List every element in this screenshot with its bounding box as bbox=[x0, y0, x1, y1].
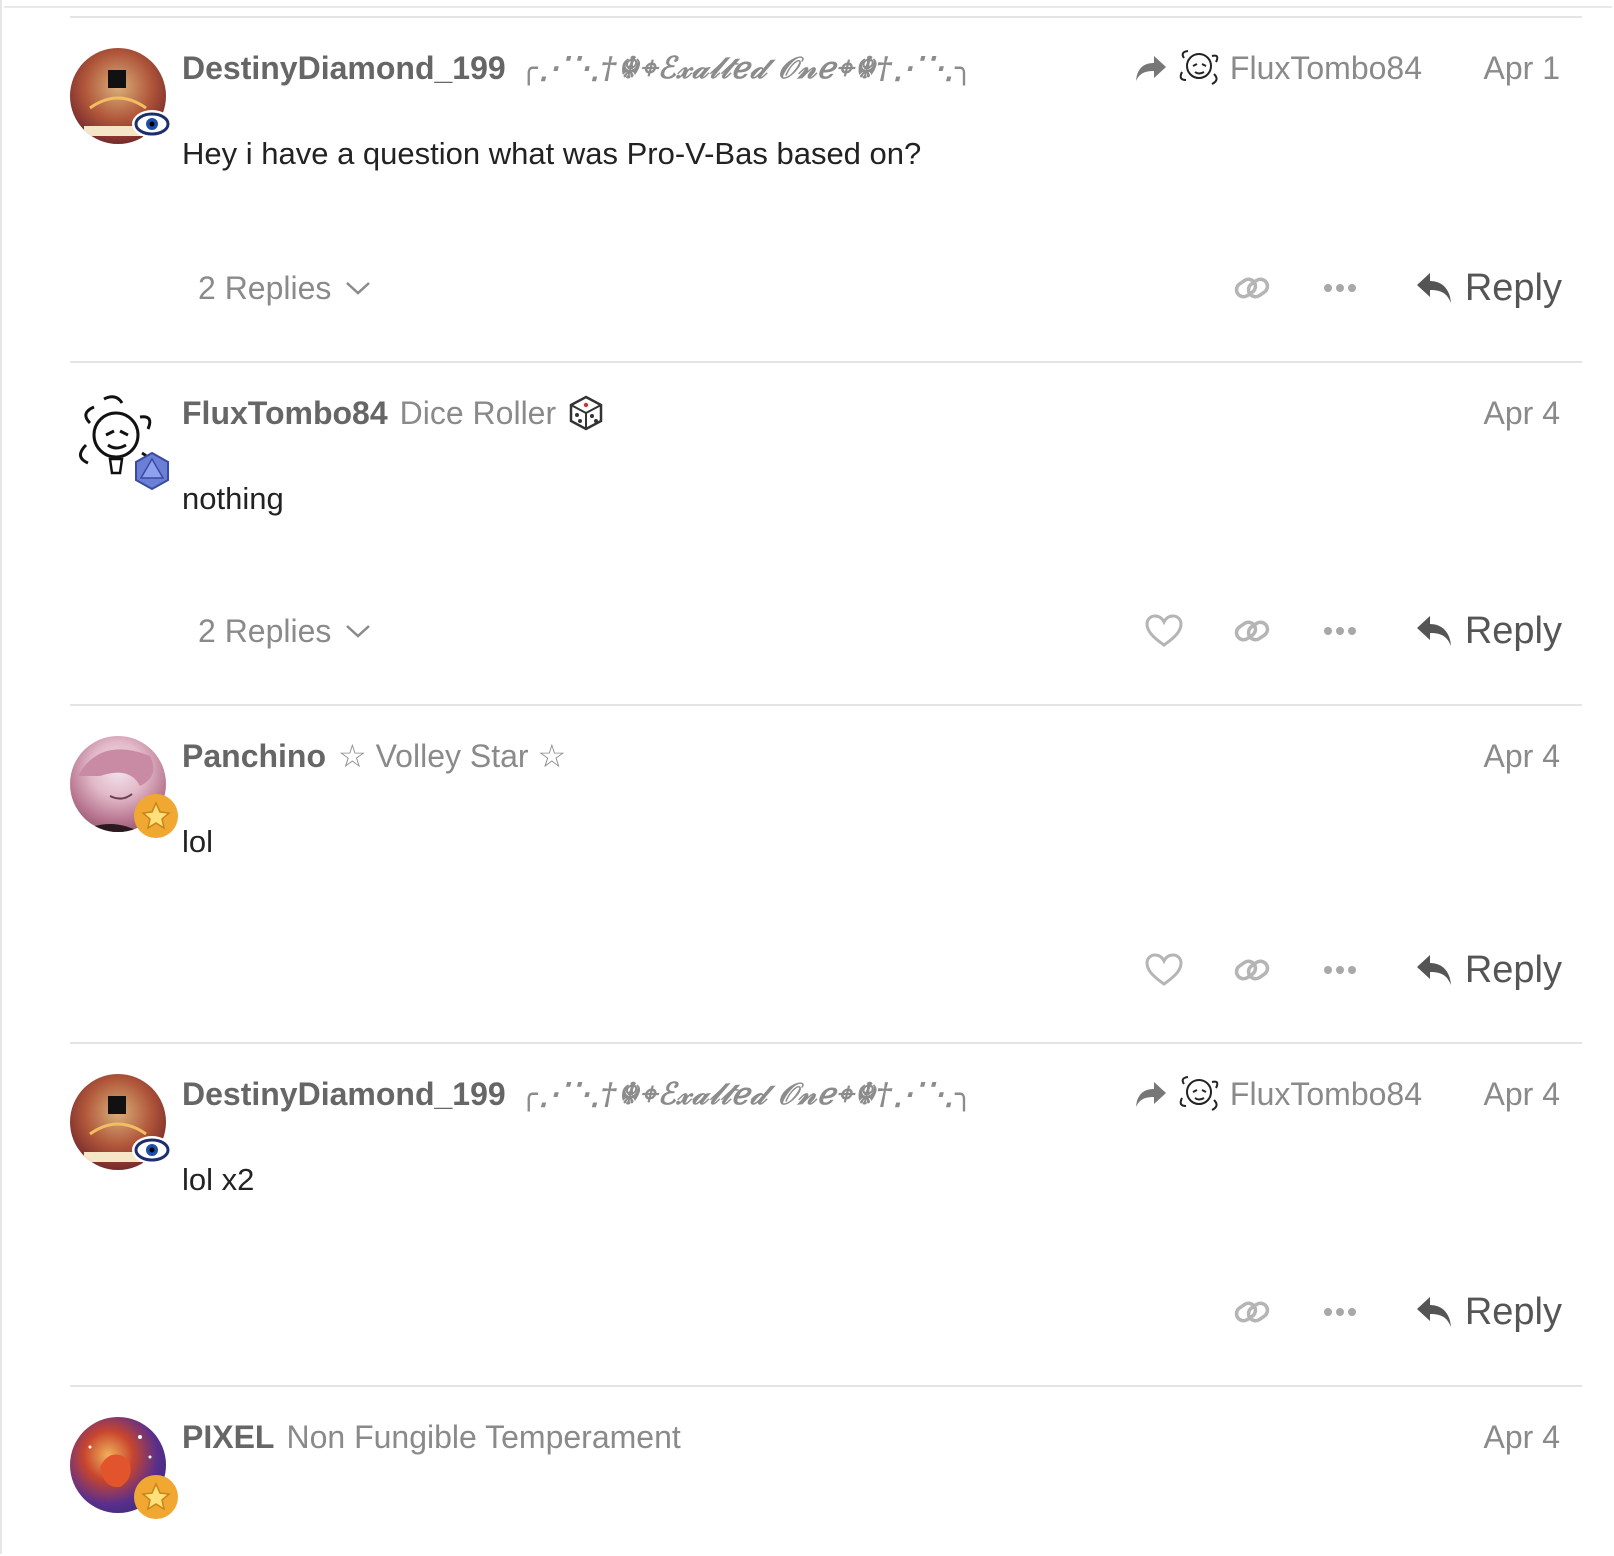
avatar[interactable] bbox=[70, 736, 178, 838]
link-icon bbox=[1234, 620, 1270, 642]
avatar[interactable] bbox=[70, 48, 172, 144]
d20-icon bbox=[135, 451, 169, 491]
post-header: Panchino ☆ Volley Star ☆ bbox=[182, 736, 566, 776]
eye-icon bbox=[134, 1138, 170, 1162]
more-dots-icon bbox=[1323, 627, 1356, 635]
more-dots-icon bbox=[1323, 1308, 1356, 1316]
user-title: Non Fungible Temperament bbox=[286, 1418, 681, 1455]
post-date[interactable]: Apr 4 bbox=[1484, 736, 1560, 776]
reply-button[interactable]: Reply bbox=[1415, 949, 1562, 992]
show-replies-button[interactable]: 2 Replies bbox=[198, 268, 371, 308]
post-date[interactable]: Apr 4 bbox=[1484, 393, 1560, 433]
post: PIXEL Non Fungible Temperament Apr 4 bbox=[70, 1385, 1582, 1556]
avatar[interactable] bbox=[70, 1417, 178, 1519]
eye-icon bbox=[134, 112, 170, 136]
reply-label: Reply bbox=[1464, 266, 1562, 309]
share-arrow-icon bbox=[1135, 1082, 1166, 1107]
avatar bbox=[1179, 50, 1219, 85]
more-actions-button[interactable] bbox=[1315, 945, 1365, 995]
username[interactable]: FluxTombo84 bbox=[182, 395, 388, 432]
like-button[interactable] bbox=[1139, 945, 1189, 995]
post-header: DestinyDiamond_199 ╭⋰⋱†☬⌖ℰ𝓍𝒶𝓁𝓉ℯ𝒹 𝒪𝓃ℯ⌖☬†⋰… bbox=[182, 48, 974, 88]
reply-button[interactable]: Reply bbox=[1415, 1291, 1562, 1334]
link-icon bbox=[1234, 959, 1270, 981]
chevron-down-icon bbox=[346, 282, 371, 295]
link-icon bbox=[1234, 1301, 1270, 1323]
show-replies-button[interactable]: 2 Replies bbox=[198, 611, 371, 651]
avatar[interactable] bbox=[70, 1074, 172, 1170]
post-actions: Reply bbox=[1101, 942, 1562, 998]
post: Panchino ☆ Volley Star ☆ Apr 4 lol Reply bbox=[70, 704, 1582, 1044]
post-actions: Reply bbox=[1101, 603, 1562, 659]
copy-link-button[interactable] bbox=[1227, 263, 1277, 313]
star-icon bbox=[141, 1482, 171, 1511]
post: FluxTombo84 Dice Roller Apr 4 nothing 2 … bbox=[70, 361, 1582, 706]
user-title: ☆ Volley Star ☆ bbox=[338, 738, 567, 774]
copy-link-button[interactable] bbox=[1227, 945, 1277, 995]
post-date[interactable]: Apr 1 bbox=[1484, 48, 1560, 88]
post-actions: Reply bbox=[1189, 260, 1562, 316]
reply-label: Reply bbox=[1464, 609, 1562, 652]
more-dots-icon bbox=[1323, 966, 1356, 974]
username[interactable]: DestinyDiamond_199 bbox=[182, 1076, 506, 1113]
reply-button[interactable]: Reply bbox=[1415, 610, 1562, 653]
post-header: DestinyDiamond_199 ╭⋰⋱†☬⌖ℰ𝓍𝒶𝓁𝓉ℯ𝒹 𝒪𝓃ℯ⌖☬†⋰… bbox=[182, 1074, 974, 1114]
reply-arrow-icon bbox=[1416, 616, 1451, 646]
more-actions-button[interactable] bbox=[1315, 263, 1365, 313]
reply-label: Reply bbox=[1464, 1290, 1562, 1333]
post-body: lol x2 bbox=[182, 1162, 255, 1197]
post-date[interactable]: Apr 4 bbox=[1484, 1417, 1560, 1457]
post-body: nothing bbox=[182, 481, 284, 516]
share-arrow-icon bbox=[1135, 56, 1166, 81]
more-dots-icon bbox=[1323, 284, 1356, 292]
reply-to-tab[interactable]: FluxTombo84 bbox=[1134, 1074, 1422, 1114]
post-body: Hey i have a question what was Pro-V-Bas… bbox=[182, 136, 922, 171]
heart-icon bbox=[1145, 953, 1183, 986]
chevron-down-icon bbox=[346, 625, 371, 638]
user-title: Dice Roller bbox=[399, 394, 557, 431]
avatar bbox=[1179, 1076, 1219, 1111]
reply-arrow-icon bbox=[1416, 955, 1451, 985]
post-header: PIXEL Non Fungible Temperament bbox=[182, 1417, 681, 1457]
user-title: ╭⋰⋱†☬⌖ℰ𝓍𝒶𝓁𝓉ℯ𝒹 𝒪𝓃ℯ⌖☬†⋰⋱╮ bbox=[519, 1076, 974, 1112]
copy-link-button[interactable] bbox=[1227, 1287, 1277, 1337]
avatar[interactable] bbox=[70, 393, 169, 491]
replies-count-label: 2 Replies bbox=[198, 612, 332, 649]
username[interactable]: PIXEL bbox=[182, 1419, 274, 1456]
link-icon bbox=[1234, 277, 1270, 299]
topic-thread: DestinyDiamond_199 ╭⋰⋱†☬⌖ℰ𝓍𝒶𝓁𝓉ℯ𝒹 𝒪𝓃ℯ⌖☬†⋰… bbox=[0, 0, 1612, 1554]
username[interactable]: Panchino bbox=[182, 738, 326, 775]
more-actions-button[interactable] bbox=[1315, 606, 1365, 656]
post: DestinyDiamond_199 ╭⋰⋱†☬⌖ℰ𝓍𝒶𝓁𝓉ℯ𝒹 𝒪𝓃ℯ⌖☬†⋰… bbox=[70, 1042, 1582, 1387]
reply-to-username: FluxTombo84 bbox=[1229, 1075, 1422, 1112]
post-body: lol bbox=[182, 824, 214, 859]
reply-arrow-icon bbox=[1416, 273, 1451, 303]
dice-icon bbox=[569, 395, 603, 431]
reply-button[interactable]: Reply bbox=[1415, 267, 1562, 310]
username[interactable]: DestinyDiamond_199 bbox=[182, 50, 506, 87]
like-button[interactable] bbox=[1139, 606, 1189, 656]
copy-link-button[interactable] bbox=[1227, 606, 1277, 656]
reply-arrow-icon bbox=[1416, 1297, 1451, 1327]
post-header: FluxTombo84 Dice Roller bbox=[182, 393, 604, 433]
star-icon bbox=[141, 801, 171, 830]
reply-to-tab[interactable]: FluxTombo84 bbox=[1134, 48, 1422, 88]
replies-count-label: 2 Replies bbox=[198, 269, 332, 306]
reply-to-username: FluxTombo84 bbox=[1229, 49, 1422, 86]
divider bbox=[4, 0, 1612, 8]
reply-label: Reply bbox=[1464, 948, 1562, 991]
heart-icon bbox=[1145, 614, 1183, 647]
post-actions: Reply bbox=[1189, 1284, 1562, 1340]
user-title: ╭⋰⋱†☬⌖ℰ𝓍𝒶𝓁𝓉ℯ𝒹 𝒪𝓃ℯ⌖☬†⋰⋱╮ bbox=[519, 50, 974, 86]
post: DestinyDiamond_199 ╭⋰⋱†☬⌖ℰ𝓍𝒶𝓁𝓉ℯ𝒹 𝒪𝓃ℯ⌖☬†⋰… bbox=[70, 16, 1582, 363]
post-date[interactable]: Apr 4 bbox=[1484, 1074, 1560, 1114]
more-actions-button[interactable] bbox=[1315, 1287, 1365, 1337]
